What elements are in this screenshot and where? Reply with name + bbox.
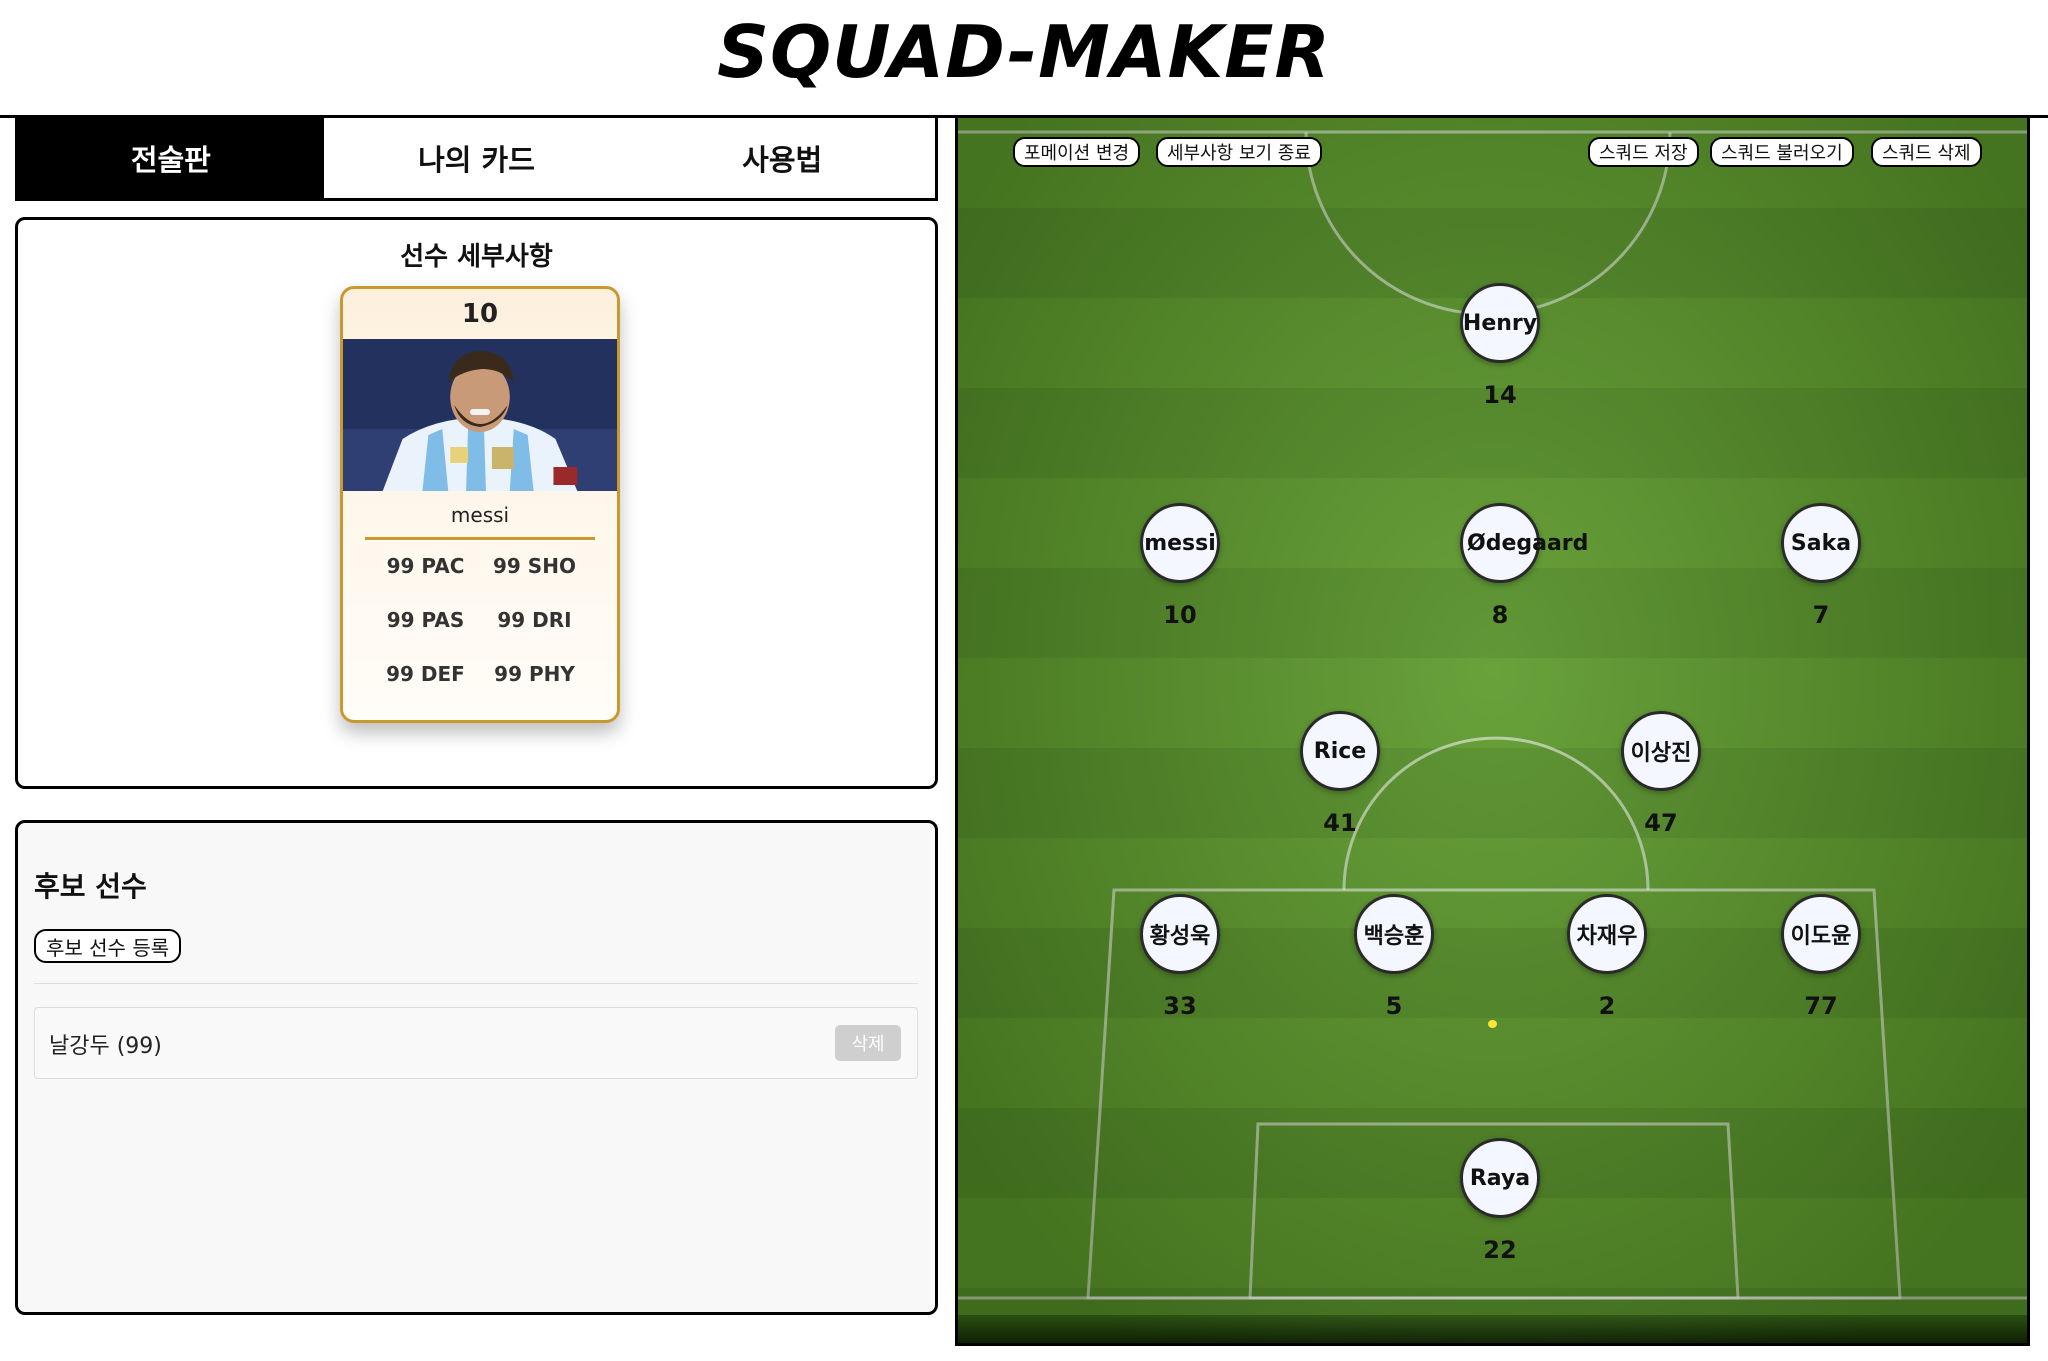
player-card[interactable]: 10 messi 99 PAC 99 SHO 99 PAS 99 DRI 99 … [340, 286, 620, 723]
substitutes-title: 후보 선수 [34, 870, 147, 903]
tab-my-cards[interactable]: 나의 카드 [324, 118, 630, 198]
register-substitute-button[interactable]: 후보 선수 등록 [34, 929, 182, 963]
player-token[interactable]: 황성욱 [1140, 894, 1220, 974]
player-number: 8 [1491, 601, 1509, 629]
player-token[interactable]: Henry [1460, 283, 1540, 363]
player-token[interactable]: messi [1140, 503, 1220, 583]
stat-def: 99 DEF [386, 662, 465, 686]
delete-squad-button[interactable]: 스쿼드 삭제 [1871, 137, 1982, 167]
change-formation-button[interactable]: 포메이션 변경 [1013, 137, 1141, 167]
substitutes-divider [34, 983, 918, 984]
list-item[interactable]: 날강두 (99) 삭제 [34, 1007, 918, 1079]
player-number: 47 [1644, 809, 1678, 837]
delete-substitute-button[interactable]: 삭제 [835, 1025, 901, 1061]
card-stats: 99 PAC 99 SHO 99 PAS 99 DRI 99 DEF 99 PH… [371, 554, 589, 686]
player-token[interactable]: Saka [1781, 503, 1861, 583]
card-player-name: messi [450, 503, 510, 527]
player-details-heading: 선수 세부사항 [400, 242, 553, 272]
card-divider [365, 537, 595, 540]
player-number: 2 [1598, 992, 1616, 1020]
load-squad-button[interactable]: 스쿼드 불러오기 [1710, 137, 1854, 167]
tab-how-to-use[interactable]: 사용법 [629, 118, 935, 198]
stat-dri: 99 DRI [497, 608, 572, 632]
substitute-name: 날강두 (99) [49, 1034, 162, 1059]
player-number: 33 [1163, 992, 1197, 1020]
player-number: 5 [1385, 992, 1403, 1020]
card-number: 10 [461, 299, 499, 329]
substitutes-panel: 후보 선수 후보 선수 등록 날강두 (99) 삭제 [15, 820, 938, 1315]
main-tabs: 전술판 나의 카드 사용법 [15, 118, 938, 201]
player-token[interactable]: Raya [1460, 1138, 1540, 1218]
player-token[interactable]: Ødegaard [1460, 503, 1588, 583]
stat-phy: 99 PHY [494, 662, 575, 686]
save-squad-button[interactable]: 스쿼드 저장 [1588, 137, 1699, 167]
stat-sho: 99 SHO [493, 554, 576, 578]
player-token[interactable]: Rice [1300, 711, 1380, 791]
player-details-panel: 선수 세부사항 10 messi 99 PAC 99 SHO 99 PAS 99… [15, 217, 938, 789]
app-title: SQUAD-MAKER [717, 10, 1331, 94]
player-token[interactable]: 이상진 [1621, 711, 1701, 791]
player-number: 41 [1323, 809, 1357, 837]
player-number: 22 [1483, 1236, 1517, 1264]
stat-pas: 99 PAS [386, 608, 465, 632]
penalty-spot [1488, 1020, 1497, 1028]
close-details-button[interactable]: 세부사항 보기 종료 [1156, 137, 1322, 167]
player-photo [343, 339, 617, 491]
stat-pac: 99 PAC [386, 554, 465, 578]
player-number: 77 [1804, 992, 1838, 1020]
pitch-bottom-shade [958, 1315, 2027, 1343]
player-token[interactable]: 차재우 [1567, 894, 1647, 974]
player-number: 7 [1812, 601, 1830, 629]
tab-tactics-board[interactable]: 전술판 [18, 118, 324, 198]
player-token[interactable]: 이도윤 [1781, 894, 1861, 974]
player-number: 10 [1163, 601, 1197, 629]
player-number: 14 [1483, 381, 1517, 409]
player-token[interactable]: 백승훈 [1354, 894, 1434, 974]
